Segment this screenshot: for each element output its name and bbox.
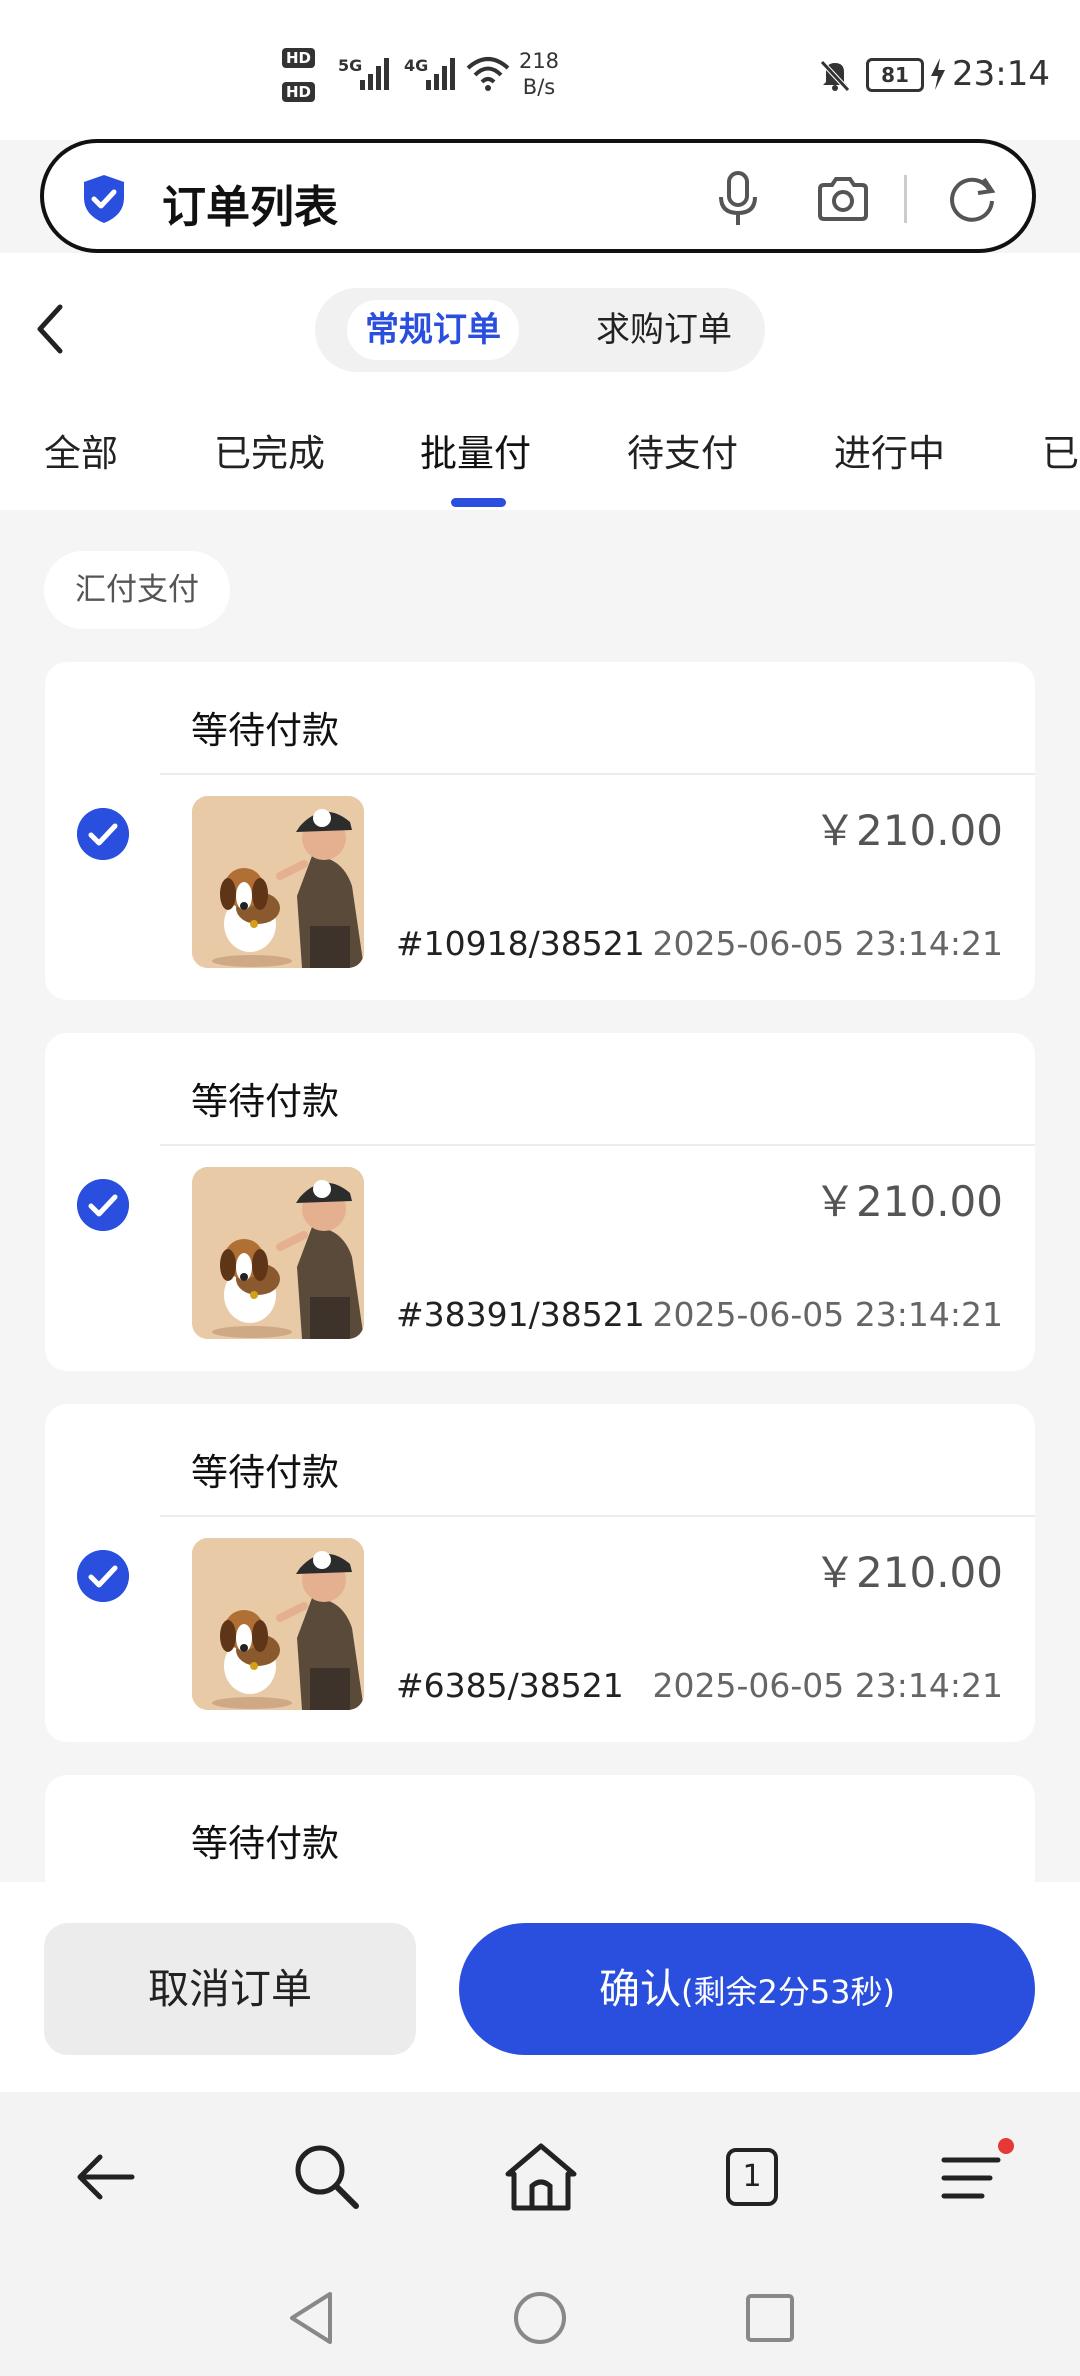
menu-button[interactable] <box>928 2132 1018 2222</box>
dog-and-man-image <box>192 1167 364 1339</box>
order-number: #10918/38521 <box>396 924 645 963</box>
separator <box>904 175 907 223</box>
confirm-button[interactable]: 确认(剩余2分53秒) <box>459 1923 1035 2055</box>
mic-icon[interactable] <box>716 171 760 227</box>
dog-and-man-image <box>192 1538 364 1710</box>
tab-pending-payment[interactable]: 待支付 <box>627 423 738 477</box>
page-header: 常规订单 求购订单 全部 已完成 批量付 待支付 进行中 已 <box>0 253 1080 510</box>
order-time: 2025-06-05 23:14:21 <box>652 924 1003 963</box>
order-time: 2025-06-05 23:14:21 <box>652 1295 1003 1334</box>
card-divider <box>160 773 1035 775</box>
camera-icon[interactable] <box>816 175 870 223</box>
status-bar: HD HD 5G 4G 218 B/s 81 23:14 <box>0 0 1080 140</box>
payment-method-chip[interactable]: 汇付支付 <box>44 551 230 629</box>
order-card[interactable]: 等待付款 ￥210.00 #10918/38521 2025-06-05 23:… <box>45 662 1035 1000</box>
order-number: #38391/38521 <box>396 1295 645 1334</box>
order-card[interactable]: 等待付款 ￥210.00 #6385/38521 2025-06-05 23:1… <box>45 1404 1035 1742</box>
hd-badge-1: HD <box>282 48 316 68</box>
order-card[interactable]: 等待付款 ￥210.00 #38391/38521 2025-06-05 23:… <box>45 1033 1035 1371</box>
order-number: #6385/38521 <box>396 1666 624 1705</box>
product-thumbnail[interactable] <box>192 1538 364 1710</box>
product-thumbnail[interactable] <box>192 1167 364 1339</box>
status-tabs: 全部 已完成 批量付 待支付 进行中 已 <box>0 423 1080 513</box>
tab-more[interactable]: 已 <box>1042 423 1079 477</box>
confirm-label: 确认 <box>598 1965 681 2013</box>
checkbox-checked-icon[interactable] <box>77 808 129 860</box>
battery-indicator: 81 <box>866 58 924 92</box>
address-bar[interactable]: 订单列表 <box>40 139 1036 253</box>
order-status: 等待付款 <box>191 1451 339 1494</box>
tab-count: 1 <box>726 2148 778 2206</box>
address-bar-title: 订单列表 <box>162 182 338 233</box>
order-status: 等待付款 <box>191 1080 339 1123</box>
hd-badge-2: HD <box>282 82 316 102</box>
signal-icon-1 <box>360 58 389 90</box>
card-divider <box>160 1515 1035 1517</box>
system-navigation-bar <box>0 2260 1080 2376</box>
clock: 23:14 <box>952 54 1050 94</box>
dog-and-man-image <box>192 796 364 968</box>
order-card[interactable]: 等待付款 <box>45 1775 1035 1882</box>
wifi-icon <box>466 57 510 91</box>
tabs-button[interactable]: 1 <box>710 2132 800 2222</box>
checkbox-checked-icon[interactable] <box>77 1550 129 1602</box>
system-recents-icon[interactable] <box>742 2290 798 2346</box>
order-price: ￥210.00 <box>814 806 1003 855</box>
network-speed: 218 B/s <box>518 49 560 99</box>
back-arrow-icon[interactable] <box>34 303 68 355</box>
countdown-label: (剩余2分53秒) <box>680 1973 896 2011</box>
order-time: 2025-06-05 23:14:21 <box>652 1666 1003 1705</box>
card-divider <box>160 1144 1035 1146</box>
shield-icon <box>84 175 124 223</box>
order-status: 等待付款 <box>191 1822 339 1865</box>
tab-in-progress[interactable]: 进行中 <box>834 423 945 477</box>
active-tab-indicator <box>451 498 506 507</box>
tab-completed[interactable]: 已完成 <box>214 423 325 477</box>
tab-batch-pay[interactable]: 批量付 <box>420 423 531 477</box>
home-icon[interactable] <box>496 2132 586 2222</box>
back-icon[interactable] <box>62 2132 152 2222</box>
order-type-switch: 常规订单 求购订单 <box>315 288 765 372</box>
cancel-order-button[interactable]: 取消订单 <box>44 1923 416 2055</box>
mute-bell-icon <box>820 60 850 92</box>
checkbox-checked-icon[interactable] <box>77 1179 129 1231</box>
segment-purchase-orders[interactable]: 求购订单 <box>583 300 745 360</box>
system-home-icon[interactable] <box>510 2288 570 2348</box>
search-icon[interactable] <box>282 2132 372 2222</box>
order-price: ￥210.00 <box>814 1177 1003 1226</box>
tab-all[interactable]: 全部 <box>44 423 118 477</box>
refresh-icon[interactable] <box>944 171 1000 227</box>
menu-icon <box>941 2138 1014 2199</box>
product-thumbnail[interactable] <box>192 796 364 968</box>
order-price: ￥210.00 <box>814 1548 1003 1597</box>
action-bar: 取消订单 确认(剩余2分53秒) <box>0 1882 1080 2092</box>
system-back-icon[interactable] <box>284 2288 338 2348</box>
browser-toolbar: 1 <box>0 2092 1080 2260</box>
signal-icon-2 <box>426 58 455 90</box>
order-status: 等待付款 <box>191 709 339 752</box>
charging-icon <box>931 58 945 90</box>
segment-regular-orders[interactable]: 常规订单 <box>347 300 519 360</box>
